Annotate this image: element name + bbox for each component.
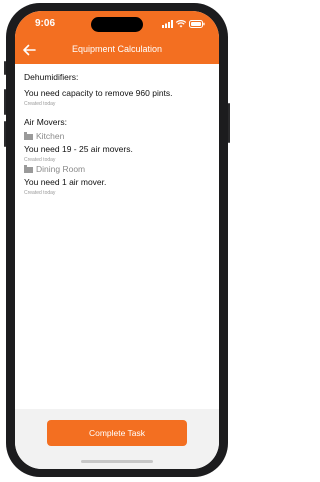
air-movers-heading: Air Movers: [24,117,67,127]
dining-room-message: You need 1 air mover. [24,177,107,187]
phone-frame: 9:06 Equipment Calculation Dehumidifiers… [4,3,230,477]
battery-icon [189,19,205,28]
status-time: 9:06 [35,18,56,29]
page-title: Equipment Calculation [71,44,163,54]
complete-task-button[interactable]: Complete Task [47,420,187,446]
room-icon [24,165,33,173]
status-icons [162,19,205,28]
kitchen-created: Created today [24,157,56,163]
room-dining-room: Dining Room [24,164,85,174]
status-bar: 9:06 [15,11,219,37]
footer: Complete Task [15,409,219,469]
room-kitchen: Kitchen [24,131,64,141]
side-button-left-low [4,121,6,147]
nav-bar: Equipment Calculation [15,37,219,64]
main-content: Dehumidifiers: You need capacity to remo… [15,64,219,409]
screen: 9:06 Equipment Calculation Dehumidifiers… [15,11,219,469]
side-button-left-mid [4,89,6,115]
dining-room-created: Created today [24,190,56,196]
dehumidifiers-heading: Dehumidifiers: [24,72,79,82]
room-name-kitchen: Kitchen [36,131,65,141]
home-indicator [81,460,153,463]
signal-icon [162,19,173,28]
side-button-left-top [4,61,6,75]
dehumidifiers-created: Created today [24,101,56,107]
dynamic-island [91,17,143,32]
room-name-dining-room: Dining Room [36,164,86,174]
dehumidifiers-message: You need capacity to remove 960 pints. [24,88,173,98]
kitchen-message: You need 19 - 25 air movers. [24,144,133,154]
side-button-right [228,103,230,143]
room-icon [24,132,33,140]
wifi-icon [176,19,186,27]
